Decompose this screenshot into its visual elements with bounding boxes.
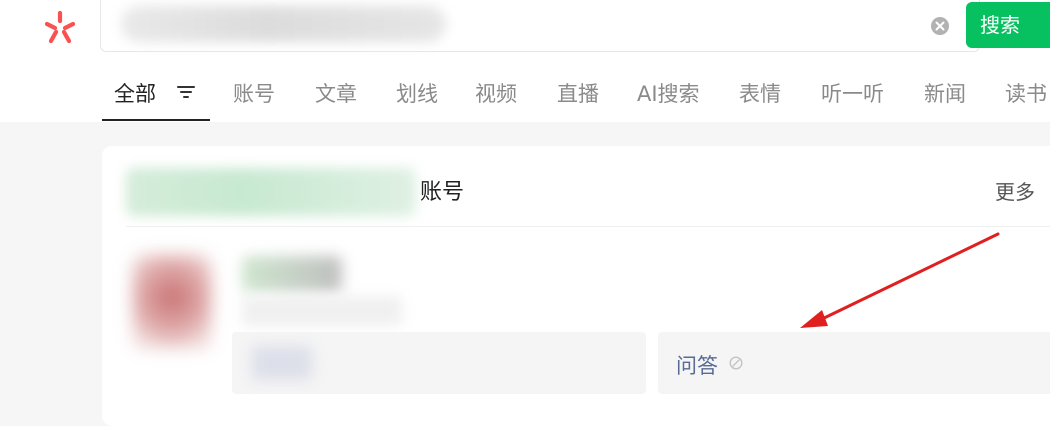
active-tab-indicator (102, 119, 210, 121)
redacted-header (126, 168, 416, 216)
tab-videos[interactable]: 视频 (475, 78, 517, 108)
account-avatar-redacted[interactable] (132, 254, 212, 350)
logo-icon[interactable] (40, 8, 80, 44)
search-box[interactable] (100, 0, 980, 52)
clear-icon[interactable] (930, 16, 950, 36)
more-link[interactable]: 更多 (995, 176, 1035, 205)
search-button[interactable]: 搜索 (966, 2, 1050, 48)
tab-accounts[interactable]: 账号 (233, 78, 275, 108)
account-description-redacted (242, 296, 402, 326)
account-info-redacted (252, 346, 312, 380)
tab-stickers[interactable]: 表情 (739, 78, 781, 108)
tab-highlights[interactable]: 划线 (396, 78, 438, 108)
tab-live[interactable]: 直播 (557, 78, 599, 108)
account-name-redacted[interactable] (242, 256, 342, 292)
search-query-redacted (121, 6, 446, 42)
tab-listen[interactable]: 听一听 (821, 78, 884, 108)
tab-news[interactable]: 新闻 (924, 78, 966, 108)
tab-articles[interactable]: 文章 (315, 78, 357, 108)
filter-icon[interactable] (176, 84, 196, 100)
divider (126, 226, 1050, 227)
account-results-card: 账号 更多 问答 (102, 146, 1050, 426)
tab-ai-search[interactable]: AI搜索 (637, 78, 700, 108)
tab-all[interactable]: 全部 (114, 78, 156, 108)
qa-label[interactable]: 问答 (676, 350, 718, 380)
card-title: 账号 (420, 180, 465, 205)
info-icon (729, 356, 743, 370)
top-bar: 搜索 全部 账号 文章 划线 视频 直播 AI搜索 表情 听一听 新闻 读书 (0, 0, 1050, 122)
tab-reading[interactable]: 读书 (1005, 78, 1047, 108)
